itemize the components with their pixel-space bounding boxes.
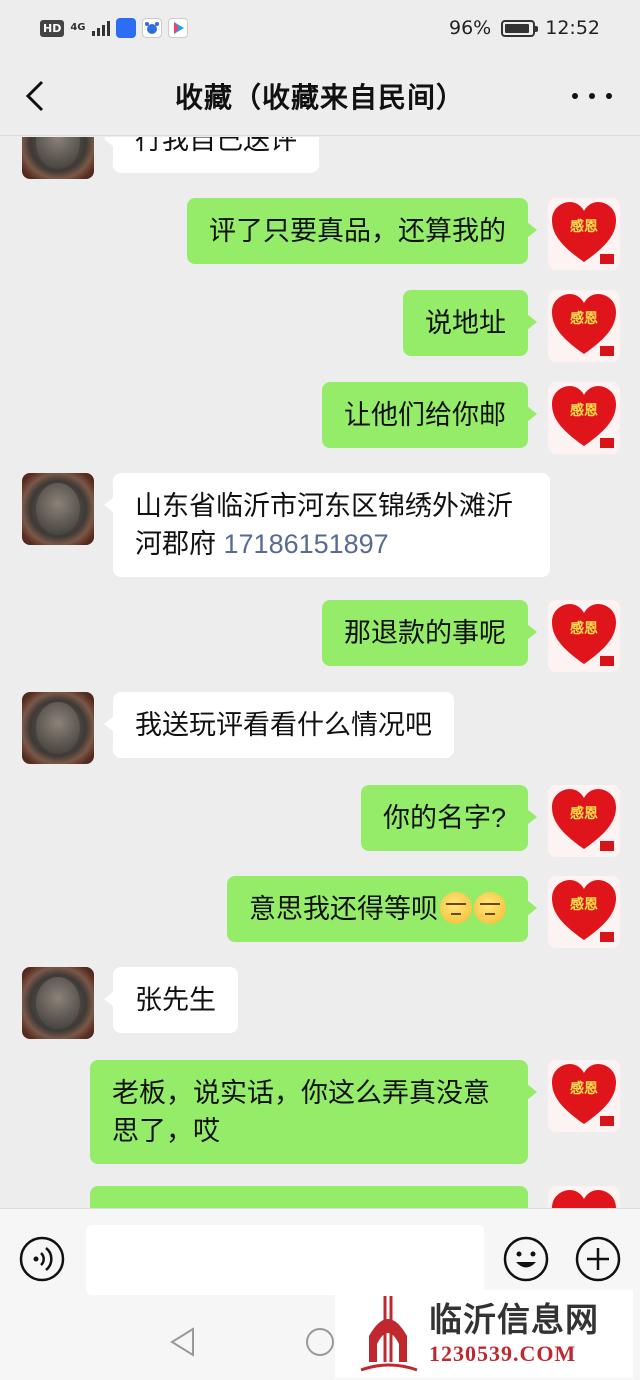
my-avatar[interactable]: 感恩 [548, 382, 620, 454]
voice-icon [19, 1236, 65, 1282]
nav-home-button[interactable] [304, 1326, 336, 1358]
clock: 12:52 [545, 17, 600, 39]
message-bubble[interactable]: 让他们给你邮 [322, 382, 537, 448]
youku-icon [167, 18, 188, 38]
my-avatar[interactable]: 感恩 [548, 198, 620, 270]
phone-link[interactable]: 17186151897 [224, 529, 389, 559]
hd-icon: HD [40, 19, 65, 37]
watermark-logo [360, 1296, 418, 1372]
message-bubble[interactable]: 意思我还得等呗 [227, 876, 537, 942]
heart-avatar-text: 感恩 [570, 896, 598, 913]
message-text: 意思我还得等呗 [249, 894, 438, 924]
heart-avatar-text: 感恩 [570, 620, 598, 637]
chevron-left-icon [25, 80, 44, 112]
message-bubble[interactable] [90, 1186, 528, 1208]
network-type: 4G [70, 22, 86, 33]
my-avatar[interactable]: 感恩 [548, 876, 620, 948]
message-bubble[interactable]: 你的名字? [360, 785, 538, 851]
baidu-icon [141, 18, 162, 38]
message-bubble[interactable]: 老板，说实话，你这么弄真没意思了，哎 [90, 1060, 537, 1164]
watermark: 临沂信息网 1230539.COM [335, 1290, 633, 1378]
voice-button[interactable] [18, 1235, 66, 1283]
contact-avatar[interactable] [22, 692, 94, 764]
watermark-text: 临沂信息网 1230539.COM [429, 1300, 599, 1368]
nav-back-button[interactable] [168, 1326, 198, 1358]
message-bubble[interactable]: 说地址 [403, 290, 537, 356]
sweat-smile-emoji [440, 892, 472, 924]
nav-back-icon [170, 1327, 194, 1357]
more-button[interactable] [572, 80, 612, 112]
more-icon [572, 93, 578, 99]
signal-icon [91, 20, 110, 36]
watermark-url: 1230539.COM [429, 1341, 577, 1366]
heart-avatar-text: 感恩 [570, 218, 598, 235]
message-bubble[interactable]: 我送玩评看看什么情况吧 [104, 692, 454, 758]
my-avatar[interactable]: 感恩 [548, 785, 620, 857]
status-bar: HD 4G 96% 12:52 [0, 0, 640, 56]
watermark-title: 临沂信息网 [429, 1300, 599, 1339]
my-avatar[interactable]: 感恩 [548, 600, 620, 672]
chat-messages[interactable]: 行我自己送评 感恩 评了只要真品，还算我的 感恩 说地址 感恩 让他们给你邮 山… [0, 137, 640, 1208]
nav-home-icon [306, 1328, 334, 1356]
emoji-icon [503, 1236, 549, 1282]
battery-percent: 96% [449, 17, 492, 39]
message-bubble[interactable]: 山东省临沂市河东区锦绣外滩沂河郡府 17186151897 [104, 473, 550, 577]
status-right: 96% 12:52 [449, 17, 600, 39]
heart-avatar-text: 感恩 [570, 310, 598, 327]
heart-avatar-text: 感恩 [570, 805, 598, 822]
sweat-smile-emoji [474, 892, 506, 924]
message-bubble[interactable]: 行我自己送评 [104, 137, 319, 173]
contact-avatar[interactable] [22, 967, 94, 1039]
message-input[interactable] [86, 1225, 484, 1295]
my-avatar[interactable]: 感恩 [548, 290, 620, 362]
add-button[interactable] [574, 1235, 622, 1283]
app-icon [115, 18, 136, 38]
heart-avatar-text: 感恩 [570, 1080, 598, 1097]
page-title: 收藏（收藏来自民间） [174, 80, 465, 114]
message-bubble[interactable]: 那退款的事呢 [322, 600, 537, 666]
heart-avatar-text: 感恩 [570, 402, 598, 419]
back-button[interactable] [18, 78, 54, 114]
battery-icon [501, 19, 539, 37]
contact-avatar[interactable] [22, 137, 94, 179]
message-bubble[interactable]: 评了只要真品，还算我的 [187, 198, 537, 264]
plus-icon [575, 1236, 621, 1282]
contact-avatar[interactable] [22, 473, 94, 545]
status-left: HD 4G [40, 18, 188, 38]
message-bubble[interactable]: 张先生 [104, 967, 238, 1033]
chat-header: 收藏（收藏来自民间） [0, 56, 640, 136]
my-avatar[interactable] [548, 1186, 620, 1208]
my-avatar[interactable]: 感恩 [548, 1060, 620, 1132]
emoji-button[interactable] [502, 1235, 550, 1283]
